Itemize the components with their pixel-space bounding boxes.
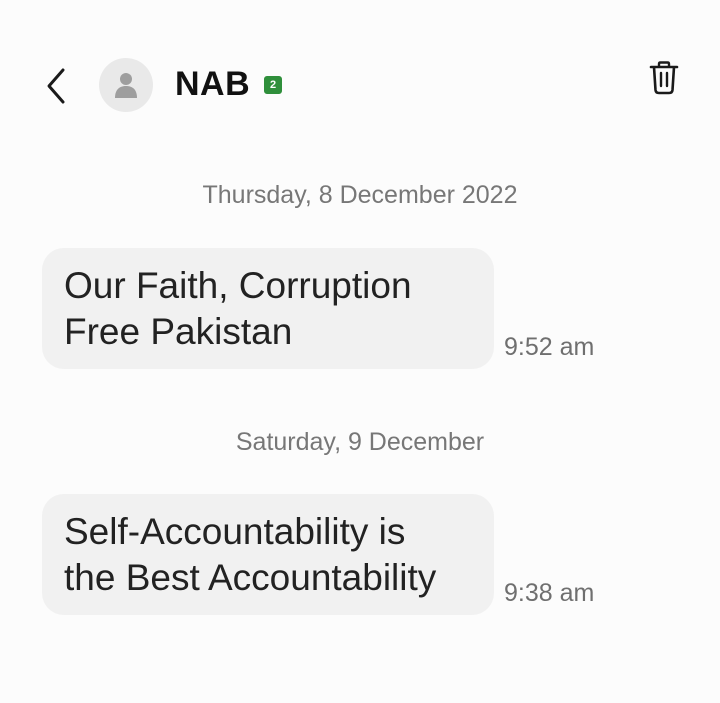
contact-name[interactable]: NAB <box>175 62 250 106</box>
message-timestamp: 9:52 am <box>504 333 595 361</box>
sim-badge: 2 <box>264 76 282 94</box>
message-text-line: Free Pakistan <box>64 311 293 352</box>
message-timestamp: 9:38 am <box>504 579 595 607</box>
trash-icon <box>649 61 679 95</box>
message-bubble[interactable]: Self-Accountability is the Best Accounta… <box>42 494 494 615</box>
message-text-line: Self-Accountability is <box>64 511 406 552</box>
conversation-header: NAB 2 <box>0 0 720 170</box>
message-text-line: Our Faith, Corruption <box>64 265 412 306</box>
delete-button[interactable] <box>644 58 684 98</box>
sim-badge-number: 2 <box>269 79 277 91</box>
message-bubble[interactable]: Our Faith, Corruption Free Pakistan <box>42 248 494 369</box>
message-text-line: the Best Accountability <box>64 557 437 598</box>
contact-avatar[interactable] <box>99 58 153 112</box>
person-icon <box>115 73 137 98</box>
chevron-left-icon <box>47 68 65 104</box>
date-separator: Thursday, 8 December 2022 <box>202 181 518 209</box>
date-separator: Saturday, 9 December <box>235 428 485 456</box>
back-button[interactable] <box>36 62 76 110</box>
